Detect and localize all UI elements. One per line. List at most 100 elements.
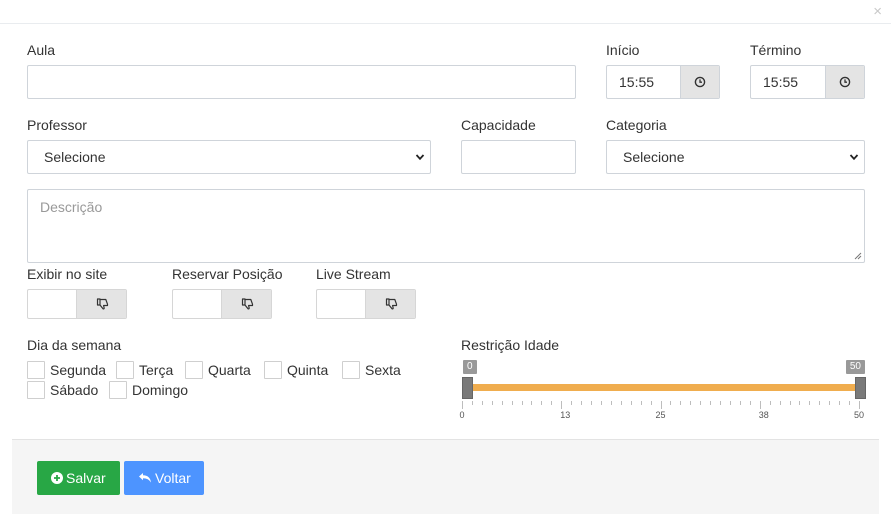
capacidade-label: Capacidade	[461, 117, 536, 133]
range-selected-bar	[472, 384, 859, 391]
range-tick	[799, 401, 801, 405]
termino-clock-button[interactable]	[825, 66, 864, 98]
clock-icon	[839, 76, 851, 88]
save-button-label: Salvar	[66, 470, 106, 486]
range-tick	[531, 401, 533, 405]
back-button[interactable]: Voltar	[124, 461, 204, 495]
day-checkbox-quarta[interactable]: Quarta	[185, 361, 251, 379]
live-stream-toggle[interactable]	[316, 289, 416, 319]
save-button[interactable]: Salvar	[37, 461, 120, 495]
dia-semana-label: Dia da semana	[27, 337, 122, 353]
undo-arrow-icon	[139, 473, 151, 483]
toggle-knob[interactable]	[76, 290, 126, 318]
categoria-select[interactable]: Selecione	[606, 140, 865, 174]
termino-time-value: 15:55	[763, 74, 799, 90]
tick-label: 38	[758, 410, 769, 420]
termino-time-input[interactable]: 15:55	[750, 65, 865, 99]
range-tick	[789, 401, 791, 405]
range-tick	[829, 401, 831, 405]
day-label: Quinta	[287, 362, 329, 378]
checkbox[interactable]	[264, 361, 282, 379]
toggle-knob[interactable]	[221, 290, 271, 318]
categoria-label: Categoria	[606, 117, 667, 133]
thumbs-down-icon	[96, 298, 109, 310]
checkbox[interactable]	[27, 361, 45, 379]
range-tick	[650, 401, 652, 405]
day-checkbox-quinta[interactable]: Quinta	[264, 361, 328, 379]
range-tick	[551, 401, 553, 405]
checkbox[interactable]	[116, 361, 134, 379]
age-range-slider[interactable]: 0 50 0 13 25 38 50	[460, 360, 866, 422]
reservar-posicao-toggle[interactable]	[172, 289, 272, 319]
exibir-site-label: Exibir no site	[27, 266, 108, 282]
resize-grip-icon[interactable]	[854, 252, 862, 260]
chevron-down-icon	[849, 154, 859, 161]
chevron-down-icon	[415, 154, 425, 161]
range-tick	[481, 401, 483, 405]
range-tick	[859, 401, 860, 409]
tick-label: 13	[560, 410, 571, 420]
range-tick	[462, 401, 463, 409]
range-tick	[581, 401, 583, 405]
professor-selected-value: Selecione	[44, 149, 106, 165]
termino-label: Término	[750, 42, 802, 58]
range-to-badge: 50	[845, 360, 865, 374]
checkbox[interactable]	[27, 381, 45, 399]
day-checkbox-segunda[interactable]: Segunda	[27, 361, 106, 379]
range-tick	[749, 401, 751, 405]
range-tick	[710, 401, 712, 405]
range-tick	[779, 401, 781, 405]
toggle-knob[interactable]	[365, 290, 415, 318]
day-label: Domingo	[132, 382, 189, 398]
checkbox[interactable]	[109, 381, 127, 399]
range-tick	[680, 401, 682, 405]
range-tick	[729, 401, 731, 405]
day-checkbox-terca[interactable]: Terça	[116, 361, 173, 379]
range-tick	[491, 401, 493, 405]
range-tick	[561, 401, 563, 409]
range-tick	[501, 401, 503, 405]
back-button-label: Voltar	[155, 470, 191, 486]
day-checkbox-sabado[interactable]: Sábado	[27, 381, 98, 399]
range-tick	[571, 401, 573, 405]
live-stream-label: Live Stream	[316, 266, 391, 282]
aula-input[interactable]	[27, 65, 576, 99]
day-label: Segunda	[50, 362, 107, 378]
inicio-clock-button[interactable]	[680, 66, 719, 98]
inicio-time-value: 15:55	[619, 74, 655, 90]
thumbs-down-icon	[385, 298, 398, 310]
range-tick	[600, 401, 602, 405]
thumbs-down-icon	[241, 298, 254, 310]
close-icon[interactable]: ×	[873, 4, 882, 19]
range-tick	[809, 401, 811, 405]
range-tick	[700, 401, 702, 405]
day-label: Sexta	[365, 362, 401, 378]
categoria-selected-value: Selecione	[623, 149, 685, 165]
clock-icon	[694, 76, 706, 88]
inicio-time-input[interactable]: 15:55	[606, 65, 720, 99]
professor-label: Professor	[27, 117, 87, 133]
tick-label: 50	[854, 410, 865, 420]
checkbox[interactable]	[185, 361, 203, 379]
range-tick	[720, 401, 722, 405]
range-handle-to[interactable]	[855, 377, 866, 399]
checkbox[interactable]	[342, 361, 360, 379]
range-tick	[670, 401, 672, 405]
reservar-posicao-label: Reservar Posição	[172, 266, 283, 282]
descricao-placeholder: Descrição	[40, 199, 103, 215]
day-label: Sábado	[50, 382, 99, 398]
inicio-label: Início	[606, 42, 640, 58]
day-checkbox-sexta[interactable]: Sexta	[342, 361, 401, 379]
range-tick	[630, 401, 632, 405]
range-tick	[541, 401, 543, 405]
descricao-textarea[interactable]: Descrição	[27, 189, 865, 263]
range-tick	[511, 401, 513, 405]
capacidade-input[interactable]	[461, 140, 576, 174]
range-ticks	[461, 401, 866, 409]
exibir-site-toggle[interactable]	[27, 289, 127, 319]
modal-header: ×	[0, 0, 891, 24]
range-tick	[739, 401, 741, 405]
professor-select[interactable]: Selecione	[27, 140, 431, 174]
day-checkbox-domingo[interactable]: Domingo	[109, 381, 188, 399]
range-handle-from[interactable]	[462, 377, 473, 399]
